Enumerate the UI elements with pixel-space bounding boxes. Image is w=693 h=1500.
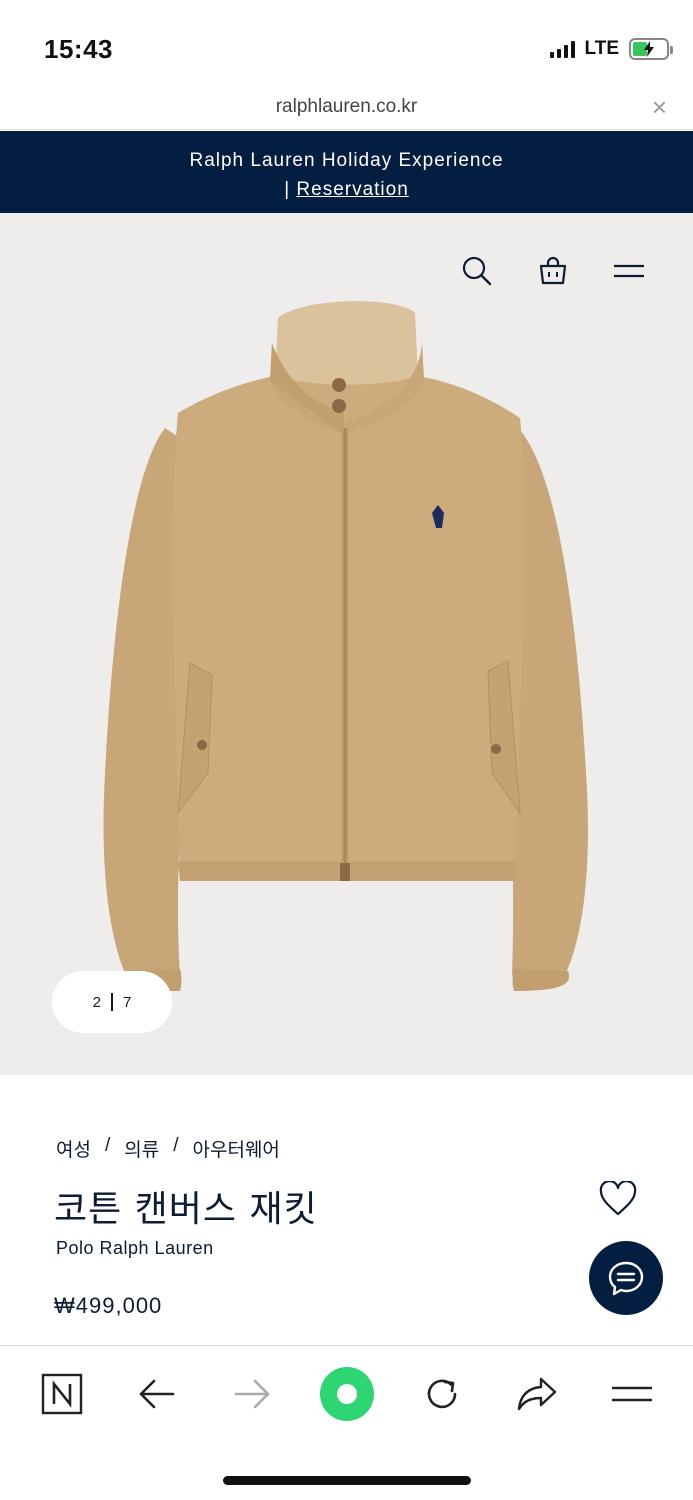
search-icon[interactable] bbox=[461, 255, 493, 287]
chat-button[interactable] bbox=[589, 1241, 663, 1315]
green-dot-icon[interactable] bbox=[319, 1366, 375, 1422]
url-text[interactable]: ralphlauren.co.kr bbox=[0, 96, 693, 118]
reservation-link[interactable]: Reservation bbox=[296, 179, 408, 200]
signal-icon bbox=[549, 40, 575, 58]
promo-title: Ralph Lauren Holiday Experience bbox=[189, 150, 504, 171]
breadcrumb-women[interactable]: 여성 bbox=[56, 1135, 91, 1162]
status-indicators: LTE bbox=[549, 38, 673, 60]
battery-icon bbox=[629, 38, 673, 60]
product-gallery[interactable]: 2 7 bbox=[0, 213, 693, 1075]
status-bar: 15:43 LTE bbox=[0, 0, 693, 88]
forward-arrow-icon[interactable] bbox=[224, 1366, 280, 1422]
total-image-count: 7 bbox=[123, 993, 132, 1011]
status-time: 15:43 bbox=[44, 34, 113, 64]
browser-toolbar bbox=[0, 1345, 693, 1500]
menu-icon[interactable] bbox=[613, 255, 645, 287]
network-label: LTE bbox=[584, 38, 619, 59]
promo-line: | Reservation bbox=[0, 175, 693, 205]
product-info: 여성 / 의류 / 아우터웨어 코튼 캔버스 재킷 Polo Ralph Lau… bbox=[0, 1075, 693, 1345]
product-title: 코튼 캔버스 재킷 bbox=[54, 1189, 318, 1230]
product-price: ₩499,000 bbox=[54, 1293, 163, 1318]
breadcrumb-separator: / bbox=[173, 1135, 179, 1156]
breadcrumb-separator: / bbox=[104, 1135, 111, 1156]
product-image bbox=[103, 301, 588, 991]
breadcrumb-outerwear[interactable]: 아우터웨어 bbox=[193, 1135, 280, 1162]
share-icon[interactable] bbox=[509, 1366, 565, 1422]
current-image-index: 2 bbox=[92, 993, 101, 1011]
home-indicator[interactable] bbox=[223, 1476, 471, 1485]
back-arrow-icon[interactable] bbox=[129, 1366, 185, 1422]
chat-icon bbox=[608, 1261, 644, 1296]
promo-separator: | bbox=[284, 179, 291, 200]
shopping-bag-icon[interactable] bbox=[537, 255, 569, 287]
breadcrumb: 여성 / 의류 / 아우터웨어 bbox=[56, 1135, 280, 1162]
menu-icon[interactable] bbox=[604, 1366, 660, 1422]
promo-banner: Ralph Lauren Holiday Experience | Reserv… bbox=[0, 131, 693, 213]
naver-home-icon[interactable] bbox=[34, 1366, 90, 1422]
header-icons bbox=[461, 255, 645, 287]
product-brand: Polo Ralph Lauren bbox=[56, 1238, 214, 1258]
heart-icon[interactable] bbox=[599, 1181, 637, 1217]
close-icon[interactable]: × bbox=[652, 92, 667, 123]
reload-icon[interactable] bbox=[414, 1366, 470, 1422]
image-counter: 2 7 bbox=[52, 971, 172, 1033]
breadcrumb-clothing[interactable]: 의류 bbox=[124, 1135, 159, 1162]
url-bar[interactable]: ralphlauren.co.kr × bbox=[0, 88, 693, 130]
